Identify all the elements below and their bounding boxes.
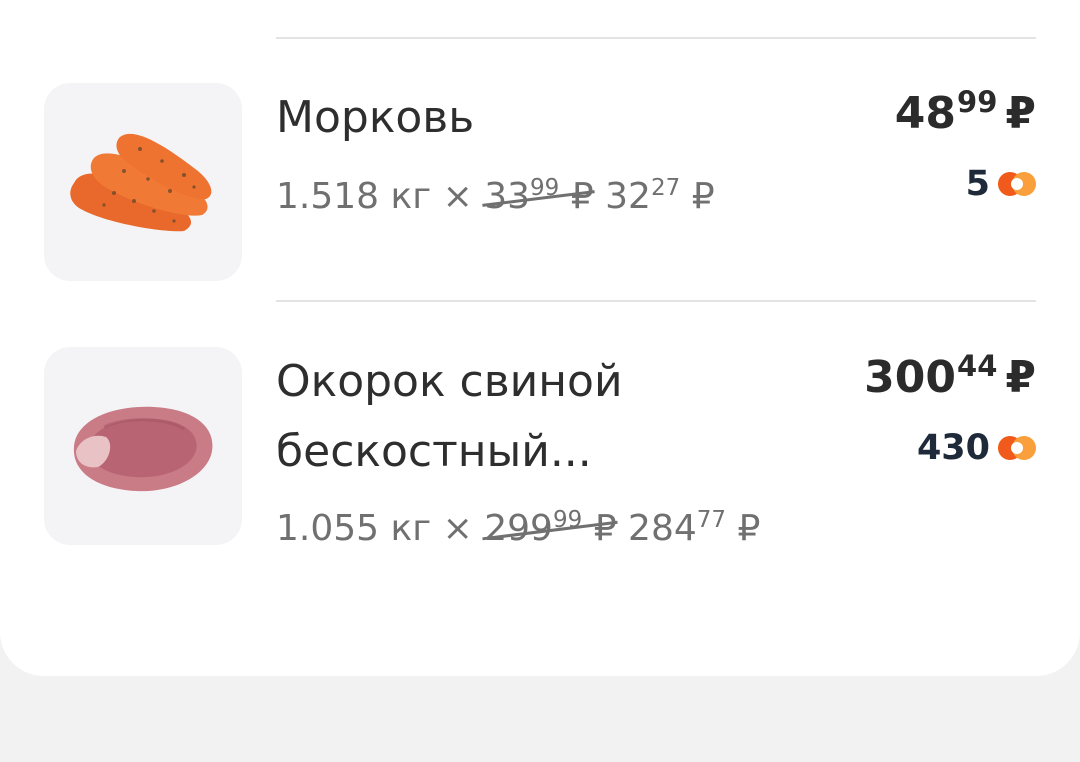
weight: 1.055 кг × [276, 508, 473, 549]
order-items-card: Морковь 1.518 кг × 3399 ₽ 3227 ₽ 4899 ₽ 5… [0, 0, 1080, 676]
product-name[interactable]: Окорок свиной бескостный... [276, 347, 836, 487]
new-price: 3227 ₽ [605, 175, 715, 217]
pork-illustration [73, 406, 213, 492]
weight: 1.518 кг × [276, 176, 473, 217]
carrot-image[interactable] [44, 83, 242, 281]
divider [276, 300, 1036, 302]
bonus-points: 430 [917, 428, 1036, 468]
item-total-price: 30044 ₽ [864, 349, 1036, 403]
price-per-kg: 1.518 кг × 3399 ₽ 3227 ₽ [276, 175, 715, 217]
product-name-line1: Окорок свиной [276, 356, 623, 407]
carrot-illustration [70, 133, 212, 232]
bonus-points: 5 [966, 164, 1036, 204]
bonus-coin-icon [998, 172, 1036, 196]
old-price: 3399 ₽ [484, 175, 594, 217]
divider [276, 37, 1036, 39]
new-price: 28477 ₽ [628, 507, 761, 549]
old-price: 29999 ₽ [484, 507, 617, 549]
pork-ham-image[interactable] [44, 347, 242, 545]
product-name[interactable]: Морковь [276, 83, 836, 153]
price-per-kg: 1.055 кг × 29999 ₽ 28477 ₽ [276, 507, 761, 549]
product-name-line2: бескостный... [276, 426, 592, 477]
item-total-price: 4899 ₽ [894, 85, 1036, 139]
bonus-coin-icon [998, 436, 1036, 460]
